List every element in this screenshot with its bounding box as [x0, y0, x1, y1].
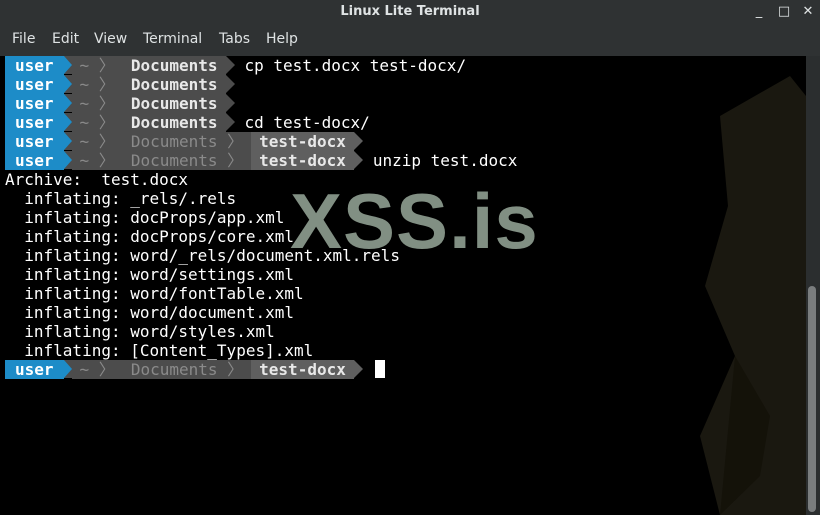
title-bar: Linux Lite Terminal _ □ ✕ — [0, 0, 820, 26]
prompt-dir: test-docx — [251, 151, 354, 170]
output-line: inflating: _rels/.rels — [5, 189, 236, 208]
prompt-user: user — [5, 56, 64, 75]
prompt-home: ~ 〉 — [71, 151, 123, 170]
scrollbar-thumb[interactable] — [808, 286, 816, 512]
prompt-home: ~ 〉 — [71, 56, 123, 75]
prompt-line: user ~ 〉 Documents — [5, 75, 235, 94]
menu-tabs[interactable]: Tabs — [219, 31, 250, 47]
output-line: inflating: word/document.xml — [5, 303, 294, 322]
prompt-end-arrow-icon — [353, 151, 363, 169]
menu-bar: File Edit View Terminal Tabs Help — [0, 26, 820, 56]
prompt-dir: test-docx — [251, 132, 354, 151]
output-text: inflating: word/settings.xml — [5, 265, 294, 284]
output-line: inflating: word/fontTable.xml — [5, 284, 304, 303]
prompt-end-arrow-icon — [225, 56, 235, 74]
prompt-user: user — [5, 94, 64, 113]
prompt-arrow-icon — [63, 75, 72, 93]
prompt-home: ~ 〉 — [71, 94, 123, 113]
prompt-user: user — [5, 113, 64, 132]
output-line: inflating: word/_rels/document.xml.rels — [5, 246, 400, 265]
terminal-area[interactable]: XSS.is user ~ 〉 Documents cp test.docx test… — [0, 56, 806, 515]
output-text: inflating: docProps/app.xml — [5, 208, 285, 227]
menu-edit[interactable]: Edit — [52, 31, 79, 47]
prompt-dir: Documents 〉 — [122, 360, 252, 379]
prompt-end-arrow-icon — [353, 360, 363, 378]
prompt-line: user ~ 〉 Documents cp test.docx test-docx/ — [5, 56, 466, 75]
prompt-user: user — [5, 360, 64, 379]
output-text: inflating: word/_rels/document.xml.rels — [5, 246, 400, 265]
output-text: inflating: word/document.xml — [5, 303, 294, 322]
prompt-user: user — [5, 151, 64, 170]
prompt-end-arrow-icon — [225, 75, 235, 93]
prompt-arrow-icon — [63, 56, 72, 74]
prompt-end-arrow-icon — [225, 113, 235, 131]
output-line: inflating: [Content_Types].xml — [5, 341, 313, 360]
prompt-home: ~ 〉 — [71, 132, 123, 151]
prompt-line: user ~ 〉 Documents 〉 test-docx unzip test.do… — [5, 151, 517, 170]
menu-help[interactable]: Help — [266, 31, 298, 47]
prompt-arrow-icon — [63, 113, 72, 131]
prompt-line: user ~ 〉 Documents 〉 test-docx — [5, 132, 363, 151]
prompt-home: ~ 〉 — [71, 360, 123, 379]
prompt-line: user ~ 〉 Documents cd test-docx/ — [5, 113, 370, 132]
prompt-line: user ~ 〉 Documents — [5, 94, 235, 113]
menu-view[interactable]: View — [94, 31, 127, 47]
output-line: inflating: word/settings.xml — [5, 265, 294, 284]
prompt-arrow-icon — [63, 360, 72, 378]
prompt-user: user — [5, 75, 64, 94]
menu-file[interactable]: File — [12, 31, 35, 47]
prompt-dir: Documents — [122, 75, 226, 94]
output-line: inflating: word/styles.xml — [5, 322, 275, 341]
close-button[interactable]: ✕ — [799, 3, 817, 21]
prompt-dir: Documents 〉 — [122, 151, 252, 170]
prompt-arrow-icon — [63, 151, 72, 169]
prompt-home: ~ 〉 — [71, 75, 123, 94]
prompt-user: user — [5, 132, 64, 151]
prompt-dir: Documents 〉 — [122, 132, 252, 151]
prompt-line: user ~ 〉 Documents 〉 test-docx — [5, 360, 385, 379]
menu-terminal[interactable]: Terminal — [143, 31, 202, 47]
window-title: Linux Lite Terminal — [340, 4, 480, 19]
output-text: inflating: _rels/.rels — [5, 189, 237, 208]
maximize-button[interactable]: □ — [775, 3, 793, 21]
prompt-dir: Documents — [122, 56, 226, 75]
prompt-dir: test-docx — [251, 360, 354, 379]
output-line: Archive: test.docx — [5, 170, 188, 189]
output-text: inflating: [Content_Types].xml — [5, 341, 314, 360]
minimize-button[interactable]: _ — [750, 3, 768, 21]
output-line: inflating: docProps/app.xml — [5, 208, 284, 227]
prompt-end-arrow-icon — [225, 94, 235, 112]
prompt-home: ~ 〉 — [71, 113, 123, 132]
prompt-arrow-icon — [63, 132, 72, 150]
output-text: inflating: word/styles.xml — [5, 322, 275, 341]
prompt-dir: Documents — [122, 94, 226, 113]
prompt-dir: Documents — [122, 113, 226, 132]
command-text: cd test-docx/ — [244, 113, 370, 132]
prompt-end-arrow-icon — [353, 132, 363, 150]
command-text: unzip test.docx — [372, 151, 518, 170]
prompt-arrow-icon — [63, 94, 72, 112]
output-text: Archive: test.docx — [5, 170, 189, 189]
command-text: cp test.docx test-docx/ — [244, 56, 467, 75]
output-text: inflating: docProps/core.xml — [5, 227, 294, 246]
text-cursor — [374, 360, 385, 378]
output-text: inflating: word/fontTable.xml — [5, 284, 304, 303]
output-line: inflating: docProps/core.xml — [5, 227, 294, 246]
